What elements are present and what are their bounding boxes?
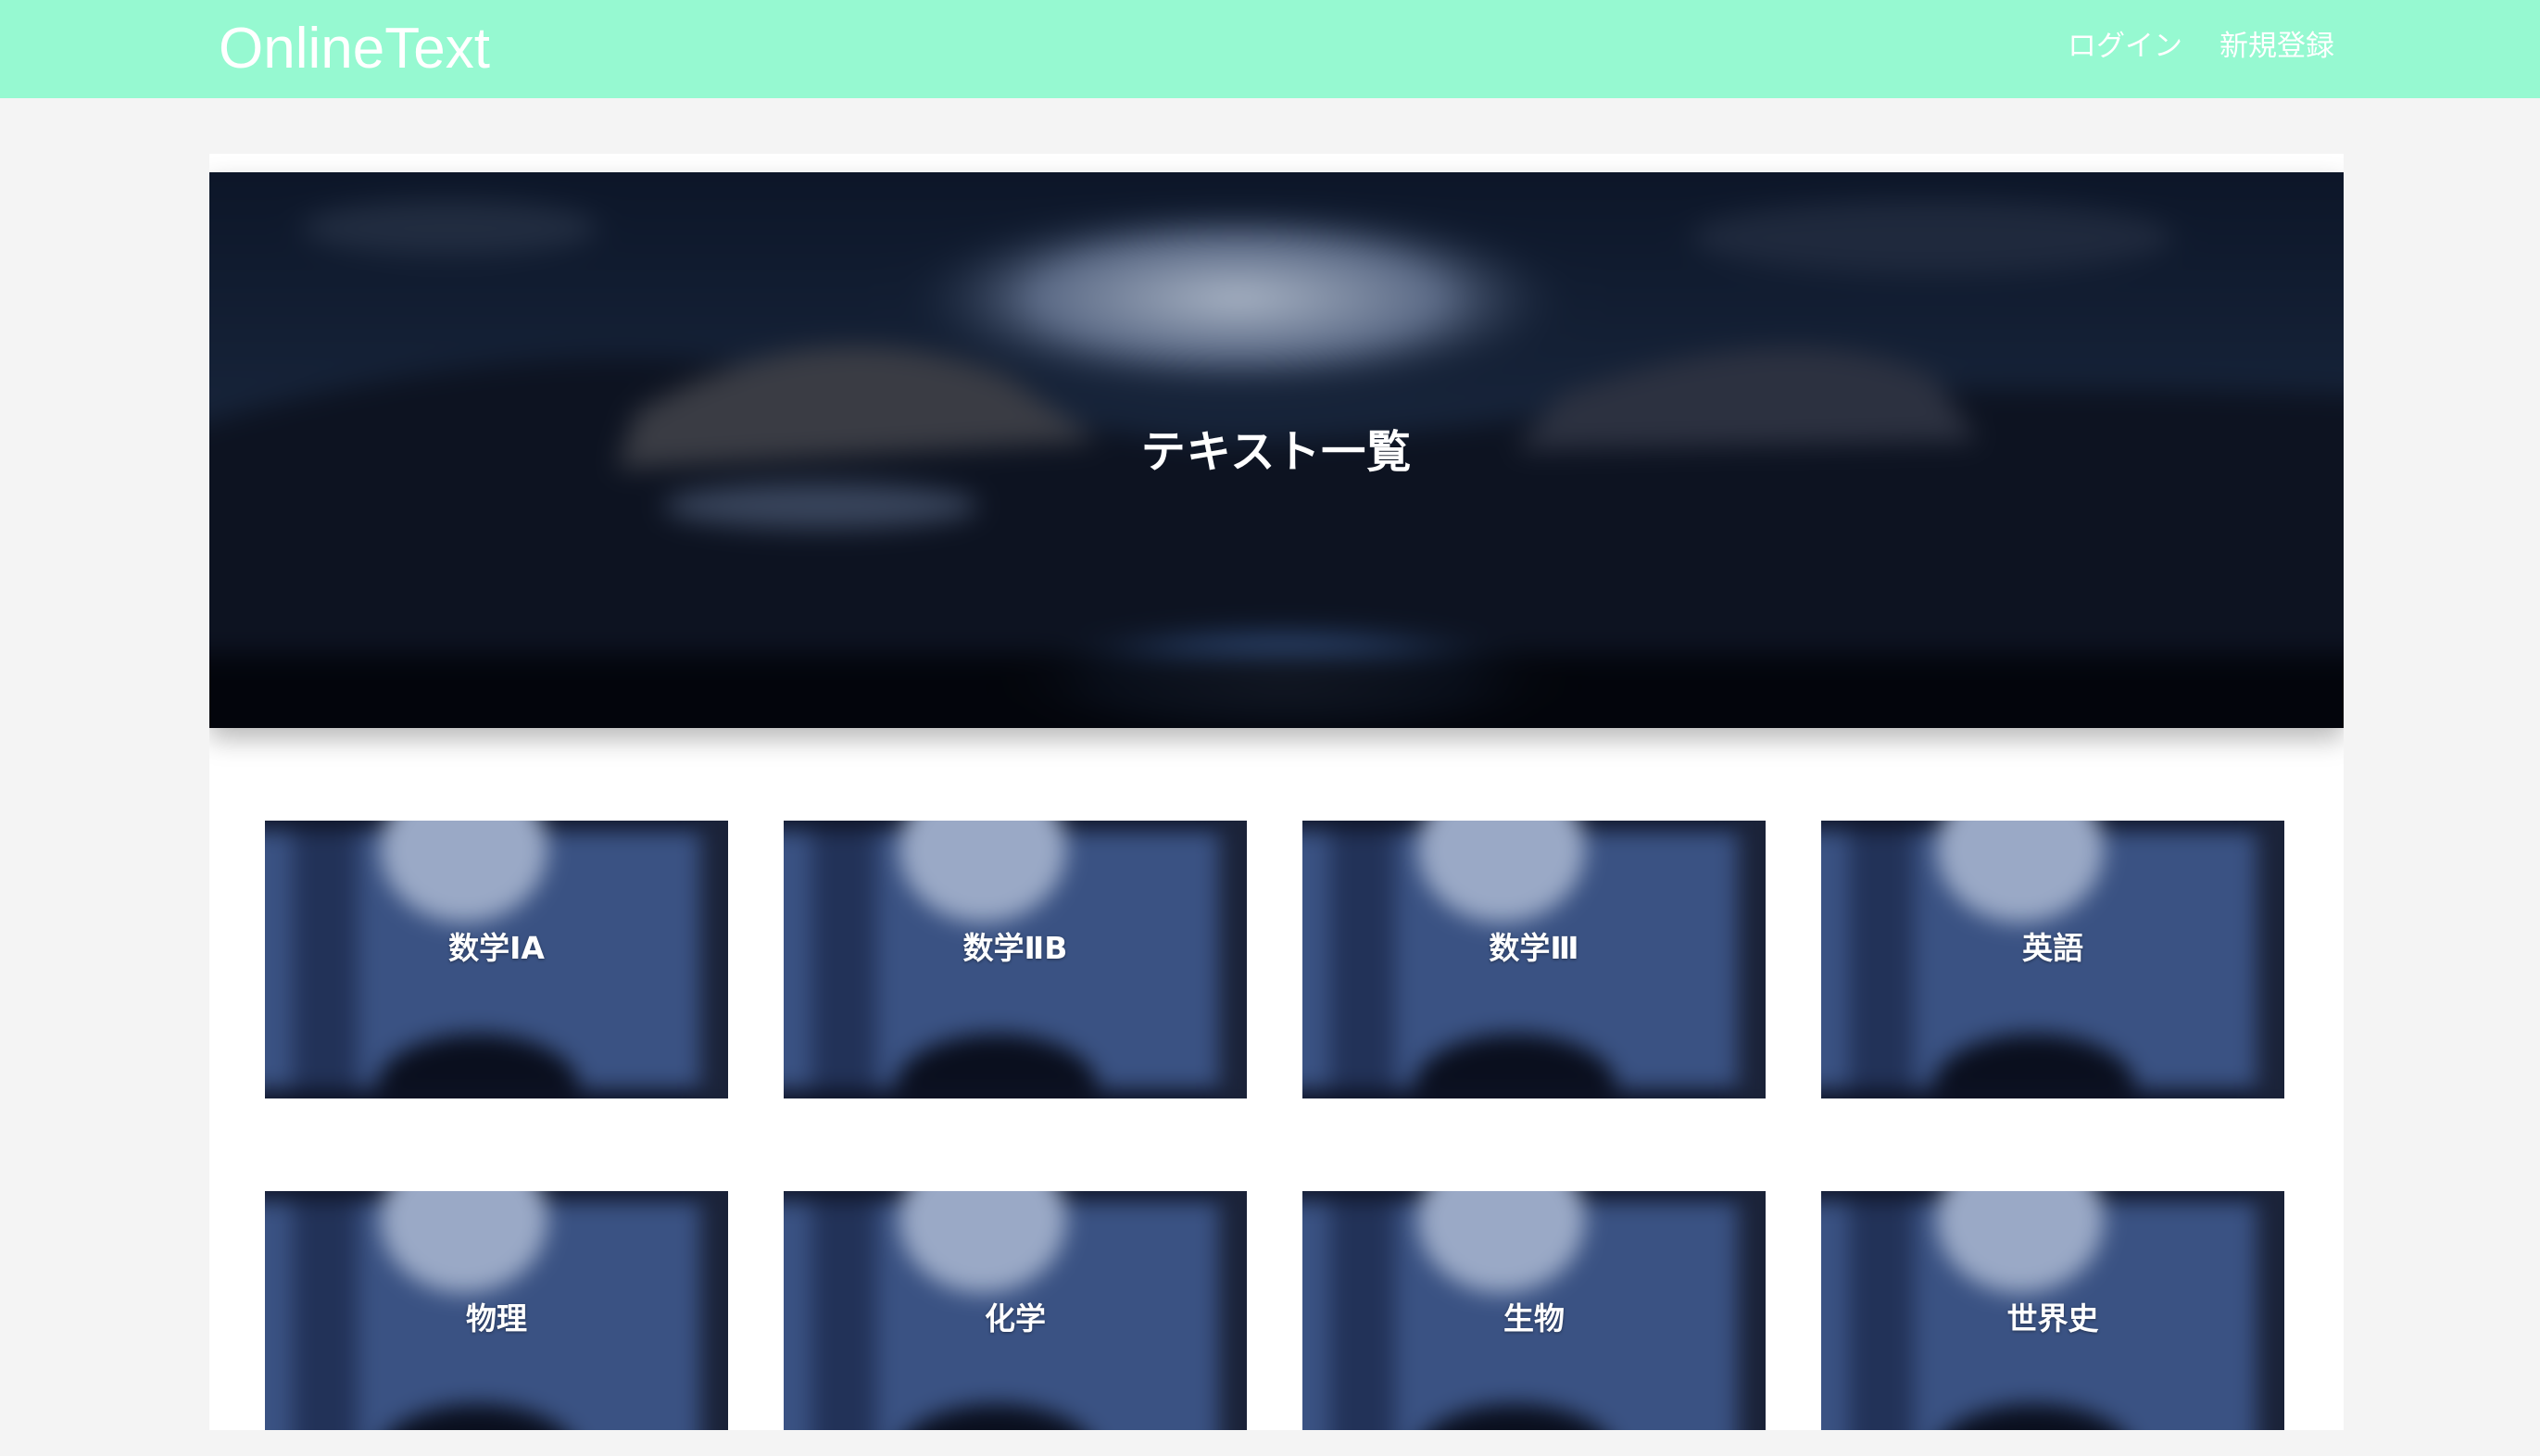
hero-banner: テキスト一覧 — [209, 172, 2344, 728]
text-card[interactable]: 数学ⅠA — [265, 821, 728, 1098]
page-title: テキスト一覧 — [1140, 426, 1413, 478]
text-card-label: 世界史 — [2006, 1300, 2099, 1337]
text-card[interactable]: 物理 — [265, 1191, 728, 1430]
text-card[interactable]: 英語 — [1821, 821, 2284, 1098]
text-card[interactable]: 数学Ⅲ — [1302, 821, 1766, 1098]
text-card-label: 生物 — [1503, 1300, 1565, 1337]
text-card[interactable]: 生物 — [1302, 1191, 1766, 1430]
login-link[interactable]: ログイン — [2068, 26, 2182, 67]
top-navbar: OnlineText ログイン 新規登録 — [0, 0, 2540, 98]
text-card-label: 英語 — [2022, 930, 2083, 966]
text-card-label: 数学ⅠA — [448, 930, 545, 966]
text-card[interactable]: 化学 — [784, 1191, 1247, 1430]
text-card[interactable]: 数学ⅡB — [784, 821, 1247, 1098]
text-card-label: 数学ⅡB — [962, 930, 1068, 966]
text-card[interactable]: 世界史 — [1821, 1191, 2284, 1430]
main-content-panel: テキスト一覧 数学ⅠA 数学ⅡB 数学Ⅲ 英語 物理 化学 生物 世界史 — [209, 154, 2344, 1430]
signup-link[interactable]: 新規登録 — [2219, 26, 2334, 67]
text-card-grid: 数学ⅠA 数学ⅡB 数学Ⅲ 英語 物理 化学 生物 世界史 — [265, 821, 2288, 1430]
nav-links: ログイン 新規登録 — [2068, 26, 2334, 67]
text-card-label: 化学 — [985, 1300, 1046, 1337]
content-clip: テキスト一覧 数学ⅠA 数学ⅡB 数学Ⅲ 英語 物理 化学 生物 世界史 — [209, 154, 2344, 1430]
text-card-label: 数学Ⅲ — [1489, 930, 1579, 966]
brand-logo-link[interactable]: OnlineText — [219, 7, 490, 91]
text-card-label: 物理 — [466, 1300, 527, 1337]
